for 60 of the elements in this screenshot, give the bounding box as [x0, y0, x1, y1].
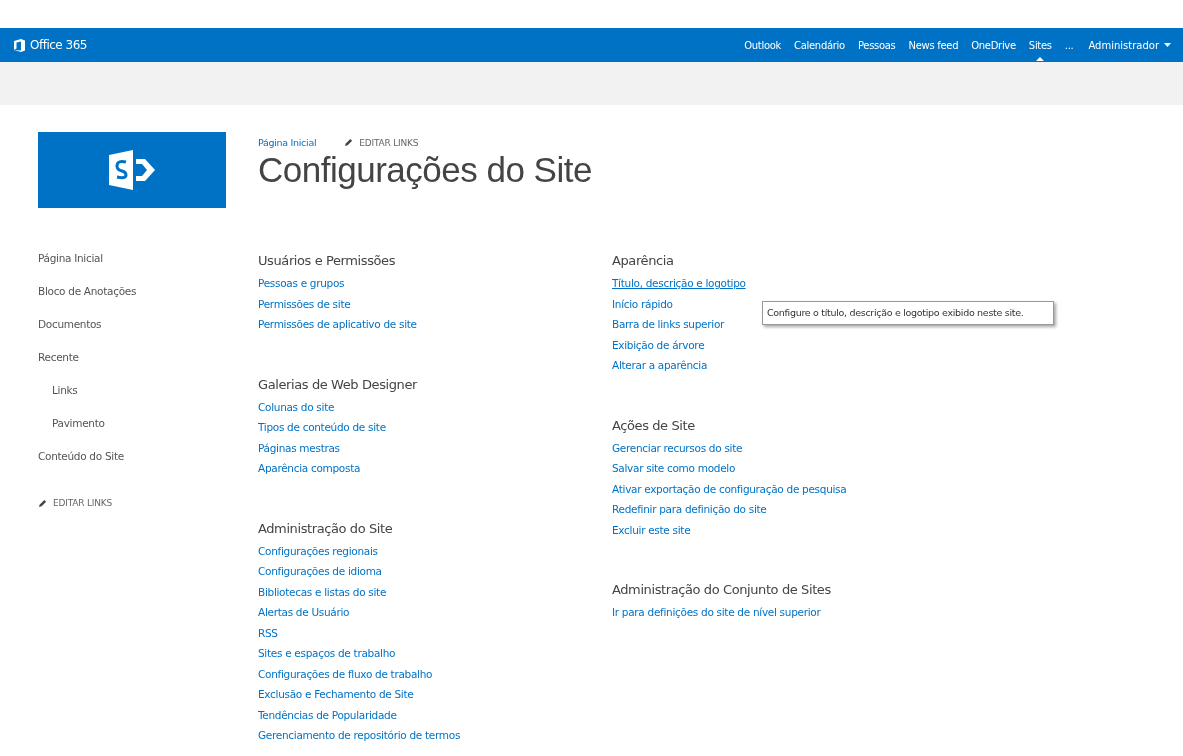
settings-link[interactable]: Barra de links superior: [612, 318, 725, 330]
settings-link[interactable]: RSS: [258, 626, 278, 639]
settings-link[interactable]: Tendências de Popularidade: [258, 708, 397, 721]
settings-link[interactable]: Alterar a aparência: [612, 359, 707, 371]
pencil-icon: [344, 138, 354, 147]
settings-link[interactable]: Permissões de aplicativo de site: [258, 318, 417, 330]
suite-nav-link[interactable]: OneDrive: [971, 39, 1016, 51]
brand-name: Office 365: [30, 38, 87, 52]
settings-link[interactable]: Tipos de conteúdo de site: [258, 421, 386, 433]
quick-launch-link[interactable]: Recente: [38, 351, 258, 384]
quick-launch-link[interactable]: Conteúdo do Site: [38, 450, 258, 483]
user-menu[interactable]: Administrador: [1088, 39, 1171, 51]
tooltip: Configure o título, descrição e logotipo exibido neste site.: [762, 301, 1054, 325]
section-heading: Administração do Site: [258, 519, 394, 538]
settings-link[interactable]: Pessoas e grupos: [258, 277, 345, 289]
quick-launch-link[interactable]: Bloco de Anotações: [38, 285, 258, 318]
sharepoint-logo-icon: [107, 149, 157, 191]
settings-link[interactable]: Colunas do site: [258, 400, 335, 413]
quick-launch-link[interactable]: Links: [38, 384, 258, 417]
suite-nav-link[interactable]: Outlook: [744, 39, 782, 51]
pencil-icon: [38, 498, 47, 508]
settings-link[interactable]: Exclusão e Fechamento de Site: [258, 688, 414, 700]
edit-links-link[interactable]: EDITAR LINKS: [38, 498, 258, 508]
suite-nav-link[interactable]: News feed: [908, 39, 959, 51]
section-heading: Administração do Conjunto de Sites: [612, 581, 832, 599]
settings-link[interactable]: Alertas de Usuário: [258, 606, 350, 618]
quick-launch-link[interactable]: Documentos: [38, 318, 258, 351]
settings-link[interactable]: Exibição de árvore: [612, 338, 705, 351]
page-title: Configurações do Site: [258, 150, 592, 190]
office-logo-icon: [14, 38, 25, 52]
dropdown-caret-icon: [1164, 43, 1171, 47]
settings-link[interactable]: Ir para definições do site de nível superior: [612, 606, 821, 618]
settings-link[interactable]: Configurações de idioma: [258, 565, 382, 577]
settings-link[interactable]: Gerenciamento de repositório de termos: [258, 729, 461, 741]
settings-link[interactable]: Gerenciar recursos do site: [612, 441, 743, 454]
settings-link[interactable]: Sites e espaços de trabalho: [258, 647, 396, 659]
section-heading: Aparência: [612, 252, 675, 270]
settings-link[interactable]: Salvar site como modelo: [612, 462, 736, 474]
settings-link[interactable]: Bibliotecas e listas do site: [258, 585, 387, 598]
settings-link[interactable]: Permissões de site: [258, 297, 351, 310]
settings-link[interactable]: Páginas mestras: [258, 441, 340, 454]
settings-link[interactable]: Configurações de fluxo de trabalho: [258, 667, 433, 680]
settings-link[interactable]: Configurações regionais: [258, 544, 378, 557]
edit-links-link[interactable]: EDITAR LINKS: [344, 137, 419, 148]
settings-link[interactable]: Excluir este site: [612, 523, 691, 536]
settings-link[interactable]: Redefinir para definição do site: [612, 503, 767, 515]
suite-nav-link[interactable]: Calendário: [794, 39, 845, 51]
section-heading: Galerias de Web Designer: [258, 375, 419, 394]
quick-launch-link[interactable]: Página Inicial: [38, 252, 258, 285]
breadcrumb-link[interactable]: Página Inicial: [258, 137, 317, 148]
section-heading: Usuários e Permissões: [258, 252, 397, 270]
section-heading: Ações de Site: [612, 416, 696, 435]
settings-link[interactable]: Ativar exportação de configuração de pesquisa: [612, 482, 847, 495]
quick-launch-link[interactable]: Pavimento: [38, 417, 258, 450]
settings-link[interactable]: Aparência composta: [258, 462, 361, 474]
settings-link[interactable]: Início rápido: [612, 297, 673, 310]
suite-nav-link[interactable]: Pessoas: [857, 39, 896, 51]
suite-nav-link[interactable]: ...: [1064, 39, 1074, 51]
suite-nav-link[interactable]: Sites: [1028, 39, 1052, 51]
settings-link[interactable]: Título, descrição e logotipo: [612, 277, 746, 289]
